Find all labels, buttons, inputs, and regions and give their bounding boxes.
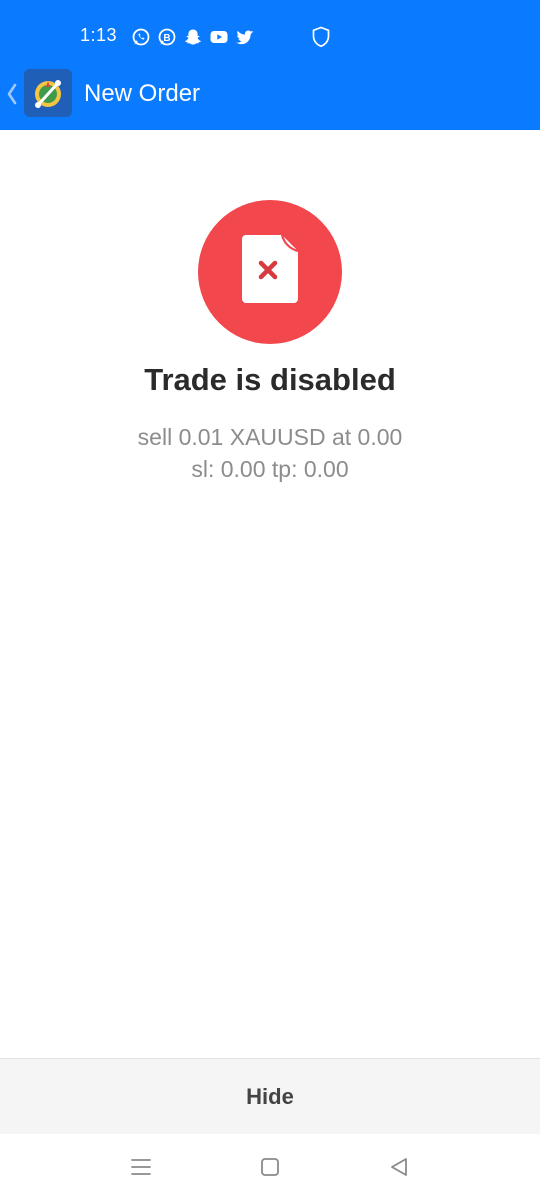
notification-icons: B (131, 27, 255, 47)
app-bar: New Order (0, 68, 540, 128)
youtube-icon (210, 31, 228, 43)
svg-text:B: B (163, 33, 170, 44)
home-icon[interactable] (258, 1156, 282, 1178)
chevron-left-icon[interactable] (4, 81, 20, 107)
error-badge (198, 200, 342, 344)
top-app-area: 1:13 B New Order (0, 0, 540, 130)
status-time: 1:13 (80, 25, 118, 45)
menu-icon[interactable] (129, 1156, 153, 1178)
document-error-icon (242, 235, 298, 303)
twitter-icon (236, 30, 254, 45)
back-icon[interactable] (387, 1156, 411, 1178)
order-sl-tp-line: sl: 0.00 tp: 0.00 (191, 456, 349, 482)
snapchat-icon (185, 29, 201, 45)
metatrader-logo[interactable] (24, 69, 72, 117)
result-headline: Trade is disabled (144, 362, 396, 397)
page-title: New Order (84, 80, 201, 107)
shield-icon (312, 26, 330, 48)
order-result-panel: Trade is disabled sell 0.01 XAUUSD at 0.… (0, 130, 540, 1058)
whatsapp-icon (132, 28, 150, 46)
order-details-line: sell 0.01 XAUUSD at 0.00 (137, 424, 403, 450)
system-nav-bar (0, 1134, 540, 1200)
hide-button-label: Hide (246, 1083, 294, 1109)
hide-button[interactable]: Hide (0, 1058, 540, 1134)
whatsapp-business-icon: B (158, 28, 176, 46)
status-bar: 1:13 B (0, 0, 540, 72)
app-logo-icon (24, 69, 72, 117)
